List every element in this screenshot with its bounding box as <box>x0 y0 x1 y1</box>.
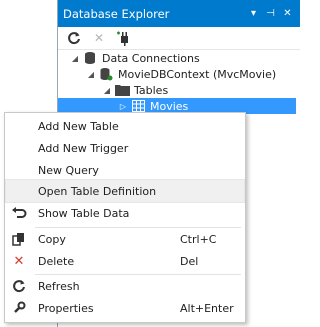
menu-item-delete[interactable]: ✕ Delete Del <box>6 250 244 272</box>
menu-item-add-new-table[interactable]: Add New Table <box>6 115 244 137</box>
panel-title: Database Explorer <box>63 6 170 21</box>
menu-item-label: Show Table Data <box>38 206 130 220</box>
menu-item-label: Delete <box>38 254 75 268</box>
delete-icon: ✕ <box>13 253 25 269</box>
menu-item-label: Add New Table <box>38 119 119 133</box>
menu-item-label: Properties <box>38 301 94 315</box>
expanded-arrow-icon[interactable]: ◢ <box>68 54 82 63</box>
connect-to-database-icon[interactable] <box>116 30 132 46</box>
menu-item-new-query[interactable]: New Query <box>6 159 244 181</box>
database-connection-icon <box>98 67 114 81</box>
refresh-icon[interactable] <box>66 30 82 46</box>
expanded-arrow-icon[interactable]: ◢ <box>100 86 114 95</box>
tree-node-tables[interactable]: ◢ Tables <box>100 82 168 98</box>
refresh-icon <box>9 276 29 296</box>
copy-icon <box>9 229 29 249</box>
delete-shortcut: Del <box>180 254 199 268</box>
folder-icon <box>114 83 130 97</box>
menu-item-label: Add New Trigger <box>38 141 129 155</box>
collapsed-arrow-icon[interactable]: ▷ <box>116 102 130 111</box>
menu-item-show-table-data[interactable]: Show Table Data <box>6 202 244 224</box>
menu-item-copy[interactable]: Copy Ctrl+C <box>6 228 244 250</box>
properties-icon <box>9 298 29 318</box>
menu-item-label: Open Table Definition <box>38 184 157 198</box>
title-bar: Database Explorer ▾ ⊣ ✕ <box>58 0 300 27</box>
movies-label: Movies <box>150 99 189 113</box>
connection-label: MovieDBContext (MvcMovie) <box>118 67 277 81</box>
explorer-toolbar: ✕ <box>58 27 300 50</box>
menu-item-properties[interactable]: Properties Alt+Enter <box>6 297 244 319</box>
stop-icon[interactable]: ✕ <box>91 30 107 46</box>
pin-icon[interactable]: ⊣ <box>264 8 277 19</box>
menu-item-open-table-definition[interactable]: Open Table Definition <box>5 179 245 203</box>
tables-label: Tables <box>134 83 169 97</box>
dropdown-icon[interactable]: ▾ <box>247 8 260 19</box>
data-connections-label: Data Connections <box>102 51 200 65</box>
menu-item-refresh[interactable]: Refresh <box>6 275 244 297</box>
show-table-data-icon <box>9 203 29 223</box>
table-icon <box>130 99 146 113</box>
menu-item-add-new-trigger[interactable]: Add New Trigger <box>6 137 244 159</box>
tree-node-connection[interactable]: ◢ MovieDBContext (MvcMovie) <box>84 66 276 82</box>
menu-item-label: New Query <box>38 163 99 177</box>
menu-item-label: Copy <box>38 232 66 246</box>
menu-item-label: Refresh <box>38 279 80 293</box>
properties-shortcut: Alt+Enter <box>180 301 234 315</box>
data-connections-icon <box>82 51 98 65</box>
copy-shortcut: Ctrl+C <box>180 232 217 246</box>
expanded-arrow-icon[interactable]: ◢ <box>84 70 98 79</box>
close-icon[interactable]: ✕ <box>281 8 294 19</box>
context-menu: Add New Table Add New Trigger New Query … <box>4 112 246 323</box>
tree-node-data-connections[interactable]: ◢ Data Connections <box>68 50 200 66</box>
